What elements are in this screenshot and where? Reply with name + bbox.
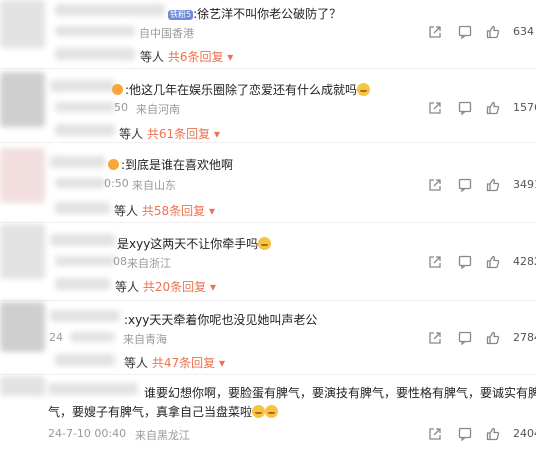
comment-location: 来自河南 [136, 103, 180, 116]
comment-text-line2: 气，要嫂子有脾气，真拿自己当盘菜啦 [48, 403, 279, 420]
time-blur [55, 256, 115, 266]
avatar[interactable] [0, 0, 45, 48]
like-count: 3491 [513, 178, 536, 191]
comment-text: 是xyy这两天不让你牵手吗 [117, 235, 272, 252]
comment-actions: 3491 [406, 177, 536, 195]
reply-count-link[interactable]: 共58条回复 [142, 204, 205, 218]
reply-count-link[interactable]: 共6条回复 [168, 50, 224, 64]
reply-summary[interactable]: 等人 共61条回复 ▾ [119, 125, 220, 142]
comment-time: 50 [114, 101, 128, 114]
reply-summary[interactable]: 等人 共6条回复 ▾ [140, 48, 233, 65]
time-blur [55, 26, 135, 36]
comment-actions: 4282 [406, 254, 536, 272]
reply-count-link[interactable]: 共47条回复 [152, 356, 215, 370]
like-icon[interactable] [486, 254, 502, 270]
reply-summary[interactable]: 等人 共20条回复 ▾ [115, 278, 216, 295]
comment-icon[interactable] [458, 330, 474, 346]
time-blur [55, 102, 115, 112]
comment-item: :他这几年在娱乐圈除了恋爱还有什么成就吗 50 来自河南 等人 共61条回复 ▾… [0, 70, 536, 142]
comment-item: 谁要幻想你啊，要脸蛋有脾气，要演技有脾气，要性格有脾气，要诚实有脾 气，要嫂子有… [0, 376, 536, 450]
comment-icon[interactable] [458, 426, 474, 442]
username-blur[interactable] [48, 383, 138, 395]
like-count: 1576 [513, 101, 536, 114]
comment-time: 0:50 [104, 177, 129, 190]
like-count: 4282 [513, 255, 536, 268]
username-blur[interactable] [55, 4, 165, 16]
share-icon[interactable] [428, 330, 444, 346]
comment-actions: 2784 [406, 330, 536, 348]
comment-text: :xyy天天牵着你呢也没见她叫声老公 [124, 313, 318, 327]
comment-actions: 1576 [406, 100, 536, 118]
share-icon[interactable] [428, 177, 444, 193]
comment-location: 来自山东 [132, 179, 176, 192]
smirk-emoji-icon [258, 237, 272, 250]
share-icon[interactable] [428, 426, 444, 442]
like-icon[interactable] [486, 330, 502, 346]
share-icon[interactable] [428, 24, 444, 40]
comment-icon[interactable] [458, 24, 474, 40]
comment-text: :他这几年在娱乐圈除了恋爱还有什么成就吗 [112, 81, 371, 98]
comment-actions: 634 [406, 24, 536, 42]
verified-badge-icon [108, 159, 119, 170]
comment-location: 来自青海 [123, 333, 167, 346]
avatar[interactable] [0, 376, 45, 396]
replier-blur [55, 48, 135, 60]
time-blur [55, 178, 105, 188]
reply-summary[interactable]: 等人 共58条回复 ▾ [114, 202, 215, 219]
share-icon[interactable] [428, 100, 444, 116]
fan-badge: 铁粉5 [168, 9, 194, 20]
comment-time: 24 [49, 331, 63, 344]
replier-blur [55, 202, 110, 214]
comment-item: :xyy天天牵着你呢也没见她叫声老公 24 来自青海 等人 共47条回复 ▾ 2… [0, 302, 536, 374]
username-blur[interactable] [50, 234, 115, 246]
username-blur[interactable] [50, 156, 105, 168]
like-count: 2784 [513, 331, 536, 344]
comment-text-line1: 谁要幻想你啊，要脸蛋有脾气，要演技有脾气，要性格有脾气，要诚实有脾 [144, 386, 536, 400]
comment-icon[interactable] [458, 177, 474, 193]
comment-text: :到底是谁在喜欢他啊 [108, 156, 233, 173]
comment-item: :到底是谁在喜欢他啊 0:50 来自山东 等人 共58条回复 ▾ 3491 [0, 144, 536, 222]
username-blur[interactable] [50, 310, 120, 322]
replier-blur [55, 124, 115, 136]
like-count: 634 [513, 25, 534, 38]
replier-blur [55, 354, 115, 366]
laugh-emoji-icon [357, 83, 371, 96]
comment-location: 来自浙江 [127, 257, 171, 270]
comment-location: 自中国香港 [139, 27, 194, 40]
comment-item: 是xyy这两天不让你牵手吗 08 来自浙江 等人 共20条回复 ▾ 4282 [0, 224, 536, 300]
comment-actions: 2404 [406, 426, 536, 444]
avatar[interactable] [0, 72, 45, 127]
like-icon[interactable] [486, 426, 502, 442]
like-icon[interactable] [486, 177, 502, 193]
time-blur [70, 332, 115, 342]
comment-time: 08 [113, 255, 127, 268]
reply-count-link[interactable]: 共20条回复 [143, 280, 206, 294]
comment-icon[interactable] [458, 254, 474, 270]
avatar[interactable] [0, 224, 45, 279]
username-blur[interactable] [50, 80, 115, 92]
comment-time: 24-7-10 00:40 [48, 427, 127, 440]
replier-blur [55, 278, 110, 290]
like-count: 2404 [513, 427, 536, 440]
reply-summary[interactable]: 等人 共47条回复 ▾ [124, 354, 225, 371]
avatar[interactable] [0, 302, 45, 352]
share-icon[interactable] [428, 254, 444, 270]
comment-icon[interactable] [458, 100, 474, 116]
comment-location: 来自黑龙江 [135, 429, 190, 442]
verified-badge-icon [112, 84, 123, 95]
laugh-emoji-icon [252, 405, 266, 418]
avatar[interactable] [0, 148, 45, 203]
comment-item: 铁粉5:徐艺洋不叫你老公破防了？ 自中国香港 等人 共6条回复 ▾ 634 [0, 0, 536, 70]
like-icon[interactable] [486, 100, 502, 116]
reply-count-link[interactable]: 共61条回复 [147, 127, 210, 141]
like-icon[interactable] [486, 24, 502, 40]
comment-text: 铁粉5:徐艺洋不叫你老公破防了？ [168, 7, 342, 21]
laugh-emoji-icon [265, 405, 279, 418]
